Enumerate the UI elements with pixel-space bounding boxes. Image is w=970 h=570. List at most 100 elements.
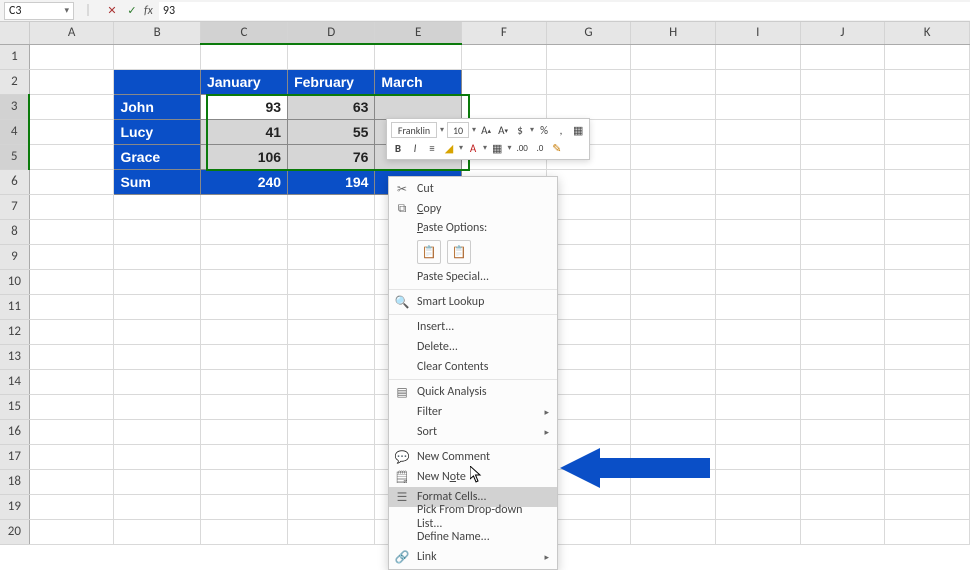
cell[interactable] xyxy=(885,44,970,69)
select-all-corner[interactable] xyxy=(0,22,29,44)
cell[interactable] xyxy=(546,294,631,319)
cell[interactable] xyxy=(200,419,287,444)
cell[interactable] xyxy=(288,444,375,469)
bold-button[interactable]: B xyxy=(391,140,405,156)
cell[interactable]: January xyxy=(200,69,287,94)
cell[interactable] xyxy=(800,194,885,219)
font-color-icon[interactable]: A xyxy=(466,140,480,156)
cell[interactable] xyxy=(715,94,800,119)
cell[interactable] xyxy=(800,269,885,294)
cell[interactable] xyxy=(631,294,716,319)
cell[interactable] xyxy=(200,194,287,219)
menu-insert[interactable]: Insert... xyxy=(389,317,557,337)
formula-input[interactable]: 93 xyxy=(159,2,970,20)
cell[interactable] xyxy=(885,394,970,419)
cell[interactable] xyxy=(114,319,201,344)
cell[interactable] xyxy=(546,519,631,544)
cell[interactable] xyxy=(800,94,885,119)
cell[interactable] xyxy=(200,219,287,244)
chevron-down-icon[interactable]: ▾ xyxy=(530,125,534,135)
cell[interactable] xyxy=(29,294,114,319)
cell[interactable] xyxy=(546,194,631,219)
cell[interactable] xyxy=(546,344,631,369)
chevron-down-icon[interactable]: ▾ xyxy=(459,143,463,153)
cell[interactable] xyxy=(800,344,885,369)
cell[interactable] xyxy=(29,419,114,444)
cell[interactable] xyxy=(546,219,631,244)
cell[interactable] xyxy=(715,519,800,544)
cell[interactable] xyxy=(546,269,631,294)
cell[interactable] xyxy=(200,244,287,269)
menu-paste-special[interactable]: Paste Special... xyxy=(389,267,557,287)
cell[interactable] xyxy=(200,44,287,69)
menu-clear-contents[interactable]: Clear Contents xyxy=(389,357,557,377)
check-icon[interactable]: ✓ xyxy=(124,3,140,19)
align-icon[interactable]: ≡ xyxy=(425,140,439,156)
cell[interactable] xyxy=(546,169,631,194)
cell[interactable] xyxy=(800,69,885,94)
cell[interactable] xyxy=(800,219,885,244)
column-header[interactable]: H xyxy=(631,22,716,44)
cell[interactable] xyxy=(715,294,800,319)
menu-copy[interactable]: ⧉Copy xyxy=(389,199,557,219)
column-header[interactable]: E xyxy=(375,22,462,44)
cell[interactable] xyxy=(29,44,114,69)
chevron-down-icon[interactable]: ▾ xyxy=(472,125,476,135)
cell[interactable] xyxy=(200,494,287,519)
cell[interactable] xyxy=(885,319,970,344)
row-header[interactable]: 17 xyxy=(0,444,29,469)
comma-icon[interactable]: , xyxy=(554,122,568,138)
cell[interactable] xyxy=(715,369,800,394)
cell[interactable]: 41 xyxy=(200,119,287,144)
cell[interactable] xyxy=(715,269,800,294)
table-format-icon[interactable]: ▦ xyxy=(571,122,585,138)
font-name-select[interactable]: Franklin xyxy=(391,122,437,138)
cell[interactable] xyxy=(800,369,885,394)
cell[interactable] xyxy=(631,494,716,519)
cell[interactable] xyxy=(461,69,546,94)
cell[interactable] xyxy=(715,119,800,144)
cell[interactable] xyxy=(631,69,716,94)
column-header[interactable]: A xyxy=(29,22,114,44)
row-header[interactable]: 9 xyxy=(0,244,29,269)
cell[interactable] xyxy=(715,69,800,94)
cell[interactable] xyxy=(29,94,114,119)
cell[interactable] xyxy=(114,194,201,219)
row-header[interactable]: 5 xyxy=(0,144,29,169)
cell[interactable] xyxy=(885,344,970,369)
column-header[interactable]: B xyxy=(114,22,201,44)
cell[interactable] xyxy=(288,469,375,494)
increase-decimal-icon[interactable]: .00 xyxy=(514,140,529,156)
format-painter-icon[interactable]: ✎ xyxy=(550,140,564,156)
chevron-down-icon[interactable]: ▾ xyxy=(483,143,487,153)
cell[interactable] xyxy=(114,44,201,69)
increase-font-icon[interactable]: A▴ xyxy=(479,122,493,138)
cell[interactable] xyxy=(715,44,800,69)
menu-link[interactable]: 🔗Link▸ xyxy=(389,547,557,567)
cell[interactable]: Sum xyxy=(114,169,201,194)
row-header[interactable]: 20 xyxy=(0,519,29,544)
cell[interactable] xyxy=(29,244,114,269)
name-box[interactable]: C3 ▾ xyxy=(4,2,74,20)
cell[interactable] xyxy=(885,194,970,219)
cell[interactable] xyxy=(800,469,885,494)
cell[interactable] xyxy=(546,44,631,69)
menu-sort[interactable]: Sort▸ xyxy=(389,422,557,442)
cell[interactable] xyxy=(800,44,885,69)
cell[interactable] xyxy=(29,319,114,344)
cell[interactable] xyxy=(114,394,201,419)
cell[interactable] xyxy=(800,169,885,194)
column-header[interactable]: F xyxy=(461,22,546,44)
cell[interactable] xyxy=(546,94,631,119)
cell[interactable] xyxy=(461,44,546,69)
cell[interactable] xyxy=(288,419,375,444)
chevron-down-icon[interactable]: ▾ xyxy=(440,125,444,135)
row-header[interactable]: 13 xyxy=(0,344,29,369)
cell[interactable] xyxy=(546,394,631,419)
cell[interactable] xyxy=(29,394,114,419)
cell[interactable] xyxy=(885,119,970,144)
cell[interactable] xyxy=(29,144,114,169)
cell[interactable] xyxy=(200,444,287,469)
row-header[interactable]: 11 xyxy=(0,294,29,319)
cell[interactable] xyxy=(631,269,716,294)
